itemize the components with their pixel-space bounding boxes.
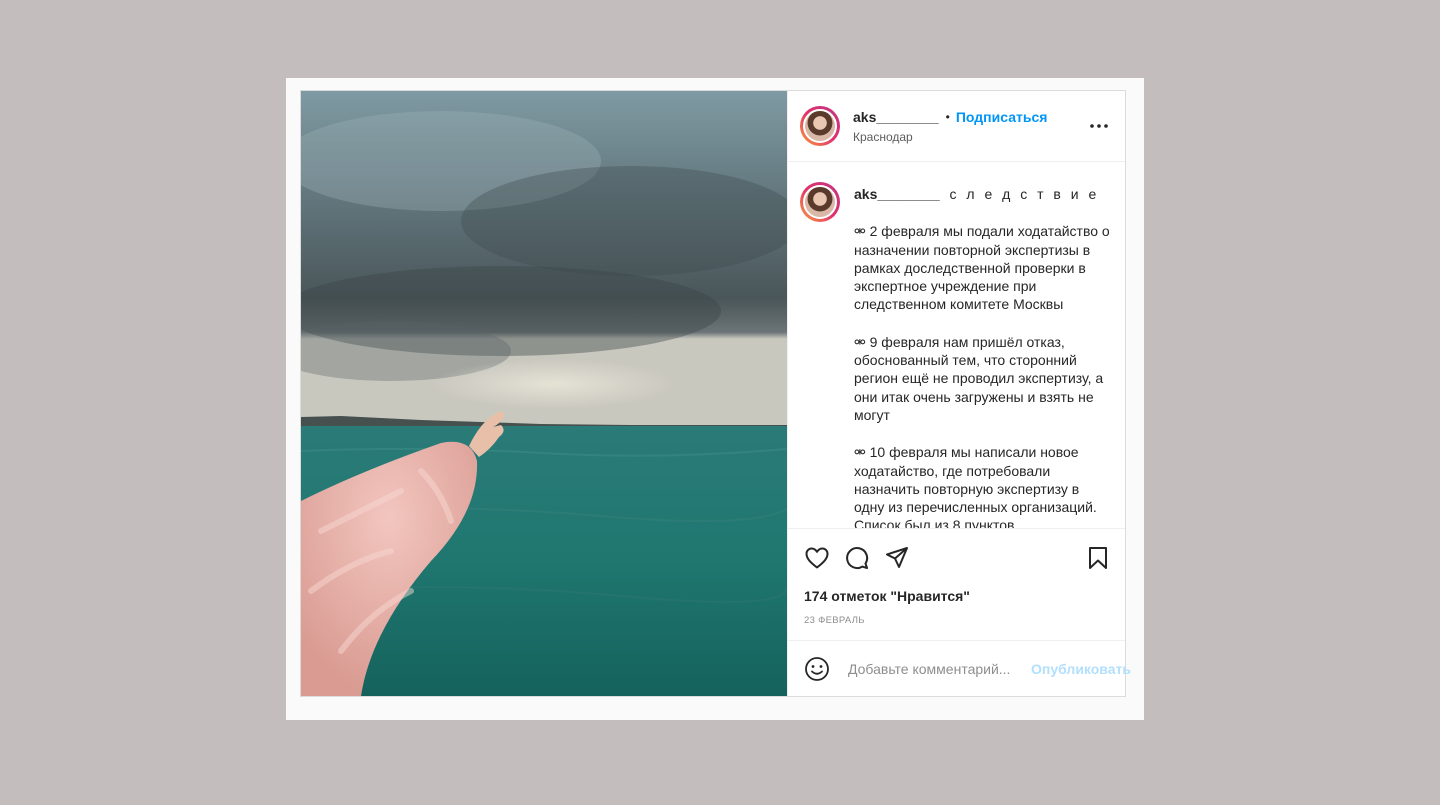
caption-title: с л е д с т в и е [949, 186, 1100, 202]
like-heart-icon[interactable] [804, 545, 830, 571]
share-icon[interactable] [884, 545, 910, 571]
location-link[interactable]: Краснодар [853, 130, 1087, 144]
header-info: aks________ • Подписаться Краснодар [853, 109, 1087, 144]
more-options-icon[interactable] [1087, 114, 1111, 138]
caption-paragraph: ⚮ 9 февраля нам пришёл отказ, обоснованн… [854, 333, 1104, 423]
username-link[interactable]: aks________ [853, 109, 939, 125]
screenshot-frame: aks________ • Подписаться Краснодар aks_… [286, 78, 1144, 720]
follow-button[interactable]: Подписаться [956, 109, 1048, 125]
caption-text: aks________ с л е д с т в и е ⚮ 2 феврал… [854, 182, 1111, 528]
avatar-image [803, 109, 837, 143]
emoji-icon[interactable] [804, 656, 830, 682]
publish-button[interactable]: Опубликовать [1031, 661, 1131, 677]
caption-paragraph: ⚮ 2 февраля мы подали ходатайство о назн… [854, 223, 1110, 313]
action-bar [788, 528, 1125, 586]
avatar-image [803, 185, 837, 219]
comment-input[interactable] [846, 659, 1031, 678]
post-photo[interactable] [301, 91, 787, 696]
post-header: aks________ • Подписаться Краснодар [788, 91, 1125, 162]
comment-form: Опубликовать [788, 640, 1131, 696]
caption-avatar[interactable] [800, 182, 840, 222]
bookmark-icon[interactable] [1085, 545, 1111, 571]
separator-dot: • [945, 109, 950, 124]
likes-count[interactable]: 174 отметок "Нравится" [788, 588, 1125, 604]
caption-username-link[interactable]: aks________ [854, 186, 940, 202]
post-sidebar: aks________ • Подписаться Краснодар aks_… [787, 91, 1131, 696]
comment-icon[interactable] [844, 545, 870, 571]
avatar[interactable] [800, 106, 840, 146]
caption-paragraph: ⚮ 10 февраля мы написали новое ходатайст… [854, 444, 1097, 528]
instagram-post: aks________ • Подписаться Краснодар aks_… [300, 90, 1131, 697]
caption-area: aks________ с л е д с т в и е ⚮ 2 феврал… [788, 162, 1125, 528]
post-date: 23 ФЕВРАЛЬ [804, 615, 865, 626]
sea-and-sky-image [301, 91, 787, 696]
